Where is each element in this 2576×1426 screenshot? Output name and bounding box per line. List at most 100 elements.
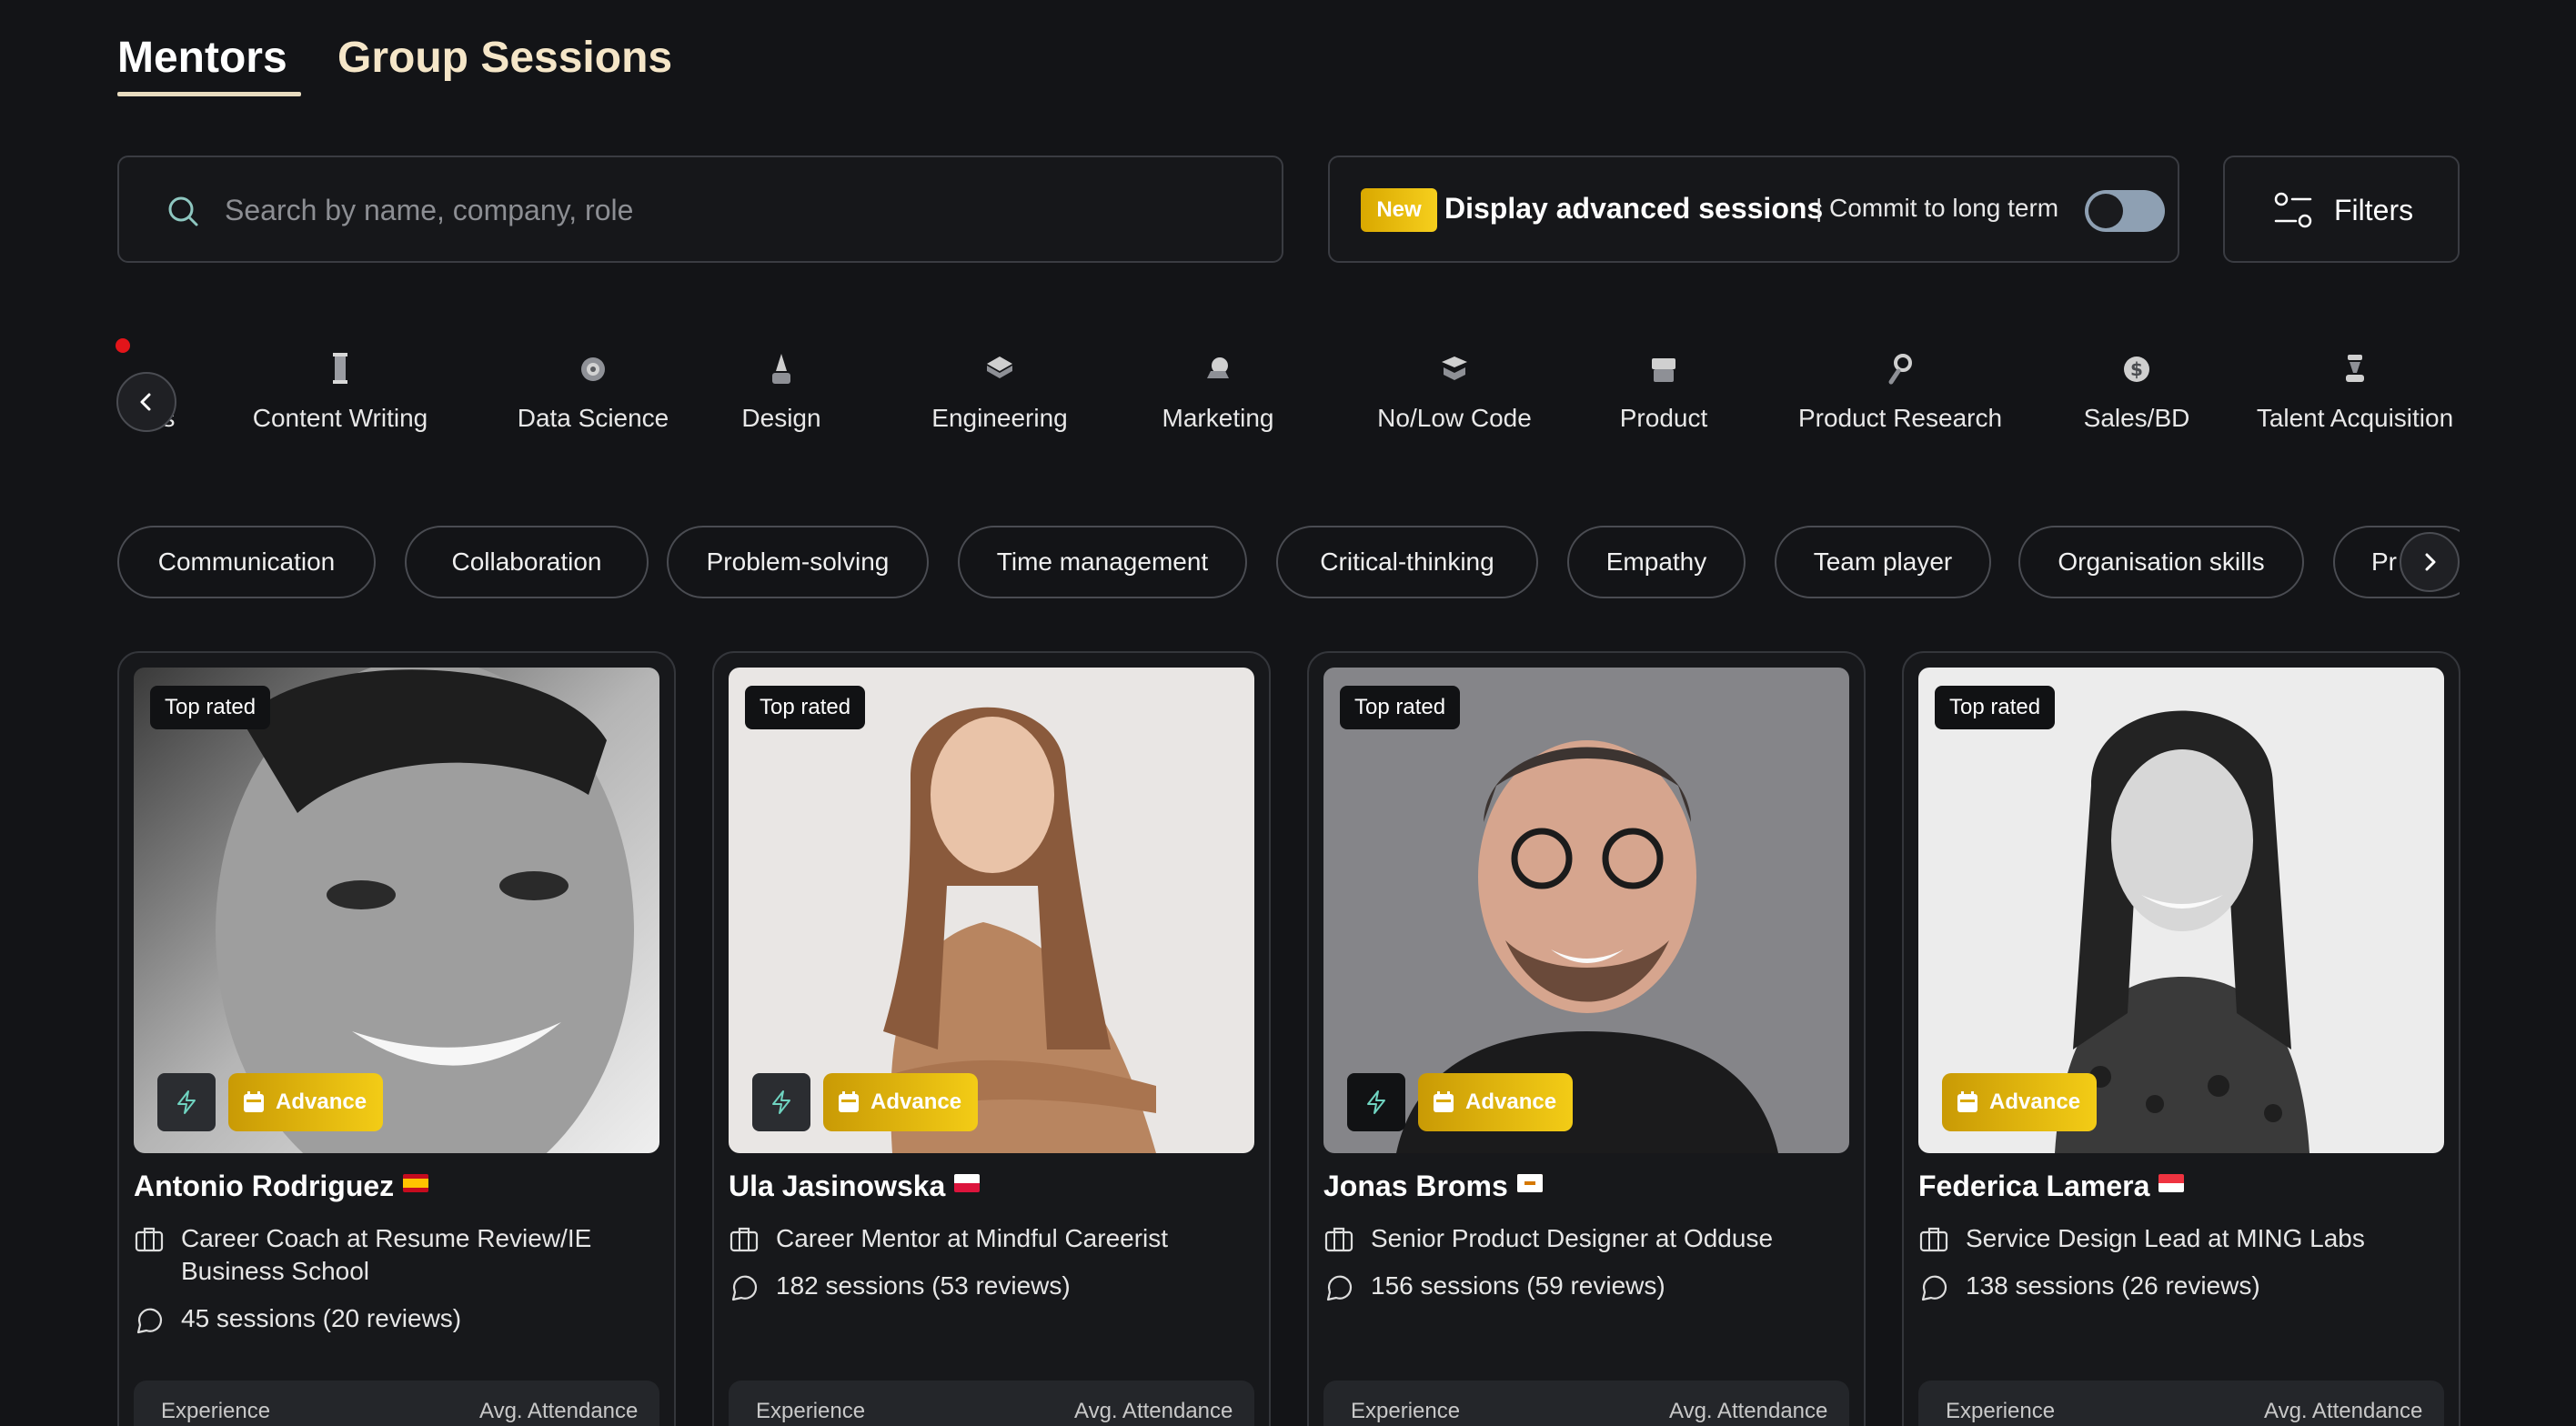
category-label: Sales/BD bbox=[2083, 404, 2190, 432]
skill-chip[interactable]: Time management bbox=[958, 526, 1247, 598]
category-data-science[interactable]: Data Science bbox=[481, 327, 705, 464]
category-label: Data Science bbox=[517, 404, 669, 432]
mentor-card[interactable]: Top rated Advance Antonio Rodriguez Care… bbox=[117, 651, 676, 1426]
stat-experience-label: Experience bbox=[161, 1399, 271, 1423]
mentor-name[interactable]: Ula Jasinowska bbox=[729, 1170, 981, 1203]
mentor-name[interactable]: Federica Lamera bbox=[1918, 1170, 2185, 1203]
category-product-research[interactable]: Product Research bbox=[1764, 327, 2037, 464]
role-line: Service Design Lead at MING Labs bbox=[1966, 1224, 2365, 1252]
stat-experience-label: Experience bbox=[756, 1399, 866, 1423]
chart-icon bbox=[581, 357, 605, 381]
top-rated-badge: Top rated bbox=[1935, 686, 2056, 729]
flag-singapore-icon bbox=[2158, 1174, 2185, 1192]
filters-icon bbox=[2274, 192, 2312, 228]
mentor-name[interactable]: Antonio Rodriguez bbox=[134, 1170, 429, 1203]
calendar-icon bbox=[839, 1091, 859, 1112]
category-content-writing[interactable]: Content Writing bbox=[226, 327, 454, 464]
chat-icon bbox=[731, 1275, 758, 1301]
mentor-role: Career Coach at Resume Review/IE Business… bbox=[134, 1222, 591, 1288]
advanced-sessions-title: Display advanced sessions bbox=[1444, 192, 1824, 225]
chat-icon bbox=[1326, 1275, 1353, 1301]
tab-mentors[interactable]: Mentors bbox=[117, 33, 287, 87]
briefcase-icon bbox=[1919, 1227, 1948, 1252]
search-input[interactable] bbox=[225, 185, 1225, 236]
chat-icon bbox=[136, 1308, 163, 1334]
advance-badge: Advance bbox=[823, 1073, 979, 1131]
category-prev-button[interactable] bbox=[116, 372, 176, 432]
category-engineering[interactable]: Engineering bbox=[900, 327, 1100, 464]
mentor-name[interactable]: Jonas Broms bbox=[1323, 1170, 1543, 1203]
new-badge: New bbox=[1361, 188, 1437, 232]
advance-badge: Advance bbox=[228, 1073, 384, 1131]
blocks-icon bbox=[1442, 356, 1467, 380]
sessions-text: 182 sessions (53 reviews) bbox=[776, 1271, 1071, 1300]
stat-attendance-label: Avg. Attendance bbox=[1074, 1399, 1233, 1423]
filters-button[interactable]: Filters bbox=[2223, 156, 2460, 263]
instant-book-button[interactable] bbox=[752, 1073, 810, 1131]
mentor-name-text: Federica Lamera bbox=[1918, 1170, 2150, 1202]
category-marketing[interactable]: Marketing bbox=[1127, 327, 1309, 464]
instant-book-button[interactable] bbox=[157, 1073, 216, 1131]
skill-chip[interactable]: Communication bbox=[117, 526, 376, 598]
category-design[interactable]: Design bbox=[718, 327, 845, 464]
advance-label: Advance bbox=[1989, 1090, 2081, 1114]
sessions-text: 156 sessions (59 reviews) bbox=[1371, 1271, 1665, 1300]
category-label: No/Low Code bbox=[1377, 404, 1532, 432]
flag-poland-icon bbox=[954, 1174, 981, 1192]
box-icon bbox=[1652, 358, 1675, 382]
chevron-left-icon bbox=[140, 393, 151, 411]
advance-badge: Advance bbox=[1942, 1073, 2098, 1131]
mentor-sessions: 138 sessions (26 reviews) bbox=[1918, 1270, 2260, 1302]
stats-box: Experience Avg. Attendance bbox=[1323, 1381, 1849, 1426]
role-line: Senior Product Designer at Odduse bbox=[1371, 1224, 1774, 1252]
skill-chip[interactable]: Organisation skills bbox=[2018, 526, 2304, 598]
category-label: Product bbox=[1619, 404, 1708, 432]
skill-chip[interactable]: Problem-solving bbox=[667, 526, 929, 598]
skill-chips: Communication Collaboration Problem-solv… bbox=[117, 526, 2460, 598]
stat-attendance-label: Avg. Attendance bbox=[2264, 1399, 2423, 1423]
advanced-sessions-panel: New Display advanced sessions | Commit t… bbox=[1328, 156, 2179, 263]
stat-attendance-label: Avg. Attendance bbox=[1669, 1399, 1828, 1423]
advance-label: Advance bbox=[276, 1090, 367, 1114]
search-bar[interactable] bbox=[117, 156, 1283, 263]
mentor-name-text: Antonio Rodriguez bbox=[134, 1170, 395, 1202]
category-sales-bd[interactable]: $ Sales/BD bbox=[2055, 327, 2219, 464]
mentor-role: Service Design Lead at MING Labs bbox=[1918, 1222, 2365, 1255]
briefcase-icon bbox=[135, 1227, 164, 1252]
stat-attendance-label: Avg. Attendance bbox=[479, 1399, 639, 1423]
design-icon bbox=[772, 354, 790, 384]
skill-chip[interactable]: Empathy bbox=[1567, 526, 1746, 598]
lightning-icon bbox=[772, 1090, 790, 1114]
category-no-low-code[interactable]: No/Low Code bbox=[1336, 327, 1573, 464]
skill-chip[interactable]: Team player bbox=[1775, 526, 1991, 598]
chevron-right-icon bbox=[2425, 553, 2436, 571]
mentor-role: Senior Product Designer at Odduse bbox=[1323, 1222, 1773, 1255]
mentor-card[interactable]: Top rated Advance Ula Jasinowska Career … bbox=[712, 651, 1271, 1426]
category-product[interactable]: Product bbox=[1591, 327, 1736, 464]
category-talent-acquisition[interactable]: Talent Acquisition bbox=[2246, 327, 2460, 464]
lightning-icon bbox=[1367, 1090, 1385, 1114]
mentor-card[interactable]: Top rated Advance Jonas Broms Senior Pro… bbox=[1307, 651, 1866, 1426]
stat-experience-label: Experience bbox=[1946, 1399, 2056, 1423]
advanced-sessions-toggle[interactable] bbox=[2085, 190, 2165, 232]
advance-badge: Advance bbox=[1418, 1073, 1574, 1131]
category-label: Design bbox=[741, 404, 821, 432]
skill-chip[interactable]: Critical-thinking bbox=[1276, 526, 1538, 598]
skill-chip[interactable]: Collaboration bbox=[405, 526, 649, 598]
svg-text:$: $ bbox=[2130, 358, 2143, 380]
top-rated-badge: Top rated bbox=[150, 686, 271, 729]
chips-next-button[interactable] bbox=[2400, 532, 2460, 592]
mentor-role: Career Mentor at Mindful Careerist bbox=[729, 1222, 1168, 1255]
filters-label: Filters bbox=[2334, 194, 2414, 226]
mentor-card[interactable]: Top rated Advance Federica Lamera Servic… bbox=[1902, 651, 2460, 1426]
code-icon bbox=[987, 356, 1012, 378]
megaphone-icon bbox=[1207, 357, 1229, 378]
notification-dot bbox=[116, 338, 130, 353]
category-label: Content Writing bbox=[252, 404, 428, 432]
advanced-sessions-subtitle: | Commit to long term bbox=[1816, 194, 2059, 222]
tab-group-sessions[interactable]: Group Sessions bbox=[337, 33, 672, 87]
mentor-sessions: 182 sessions (53 reviews) bbox=[729, 1270, 1071, 1302]
instant-book-button[interactable] bbox=[1347, 1073, 1405, 1131]
advance-label: Advance bbox=[1465, 1090, 1557, 1114]
role-line: Career Mentor at Mindful Careerist bbox=[776, 1224, 1169, 1252]
